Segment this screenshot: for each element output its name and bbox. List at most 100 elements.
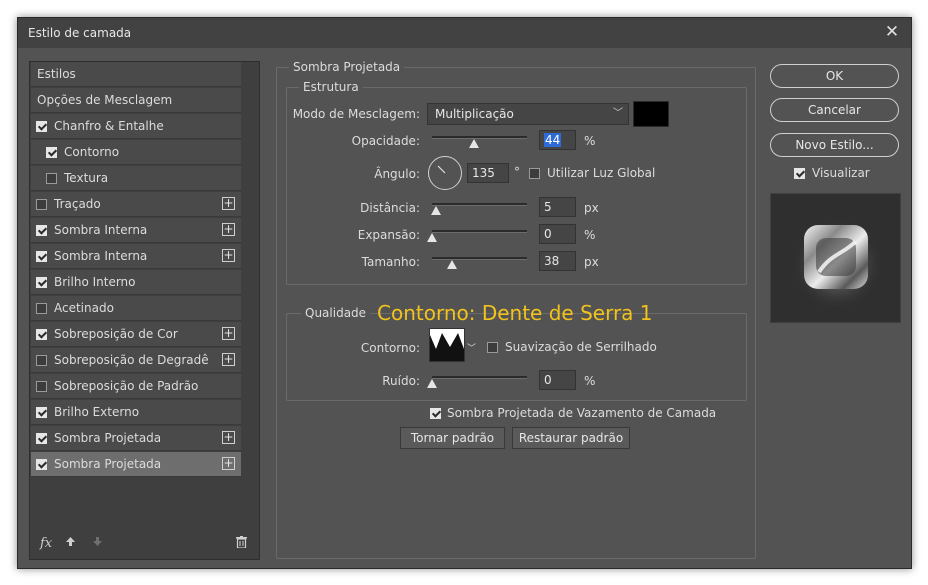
style-item[interactable]: Sobreposição de Degradê + bbox=[31, 348, 241, 373]
spread-slider-thumb[interactable] bbox=[427, 233, 437, 242]
contour-picker[interactable] bbox=[429, 328, 465, 362]
antialias-checkbox[interactable] bbox=[487, 342, 498, 353]
style-checkbox[interactable] bbox=[36, 303, 47, 314]
style-item[interactable]: Contorno bbox=[31, 140, 241, 165]
reset-default-button[interactable]: Restaurar padrão bbox=[512, 427, 630, 449]
style-checkbox[interactable] bbox=[36, 199, 47, 210]
style-item[interactable]: Sombra Projetada + bbox=[31, 452, 241, 477]
noise-unit: % bbox=[584, 374, 596, 388]
chevron-down-icon: ﹀ bbox=[613, 108, 623, 119]
add-style-icon[interactable]: + bbox=[222, 249, 235, 262]
distance-slider[interactable] bbox=[432, 203, 527, 206]
style-checkbox[interactable] bbox=[36, 277, 47, 288]
style-item[interactable]: Traçado + bbox=[31, 192, 241, 217]
style-item[interactable]: Sombra Interna + bbox=[31, 218, 241, 243]
new-style-button[interactable]: Novo Estilo... bbox=[770, 133, 899, 157]
style-item[interactable]: Sobreposição de Cor + bbox=[31, 322, 241, 347]
style-item-label: Sombra Projetada bbox=[54, 457, 162, 471]
close-icon[interactable]: ✕ bbox=[883, 23, 901, 41]
shadow-color-swatch[interactable] bbox=[633, 101, 669, 127]
distance-slider-thumb[interactable] bbox=[431, 206, 441, 215]
move-up-icon[interactable] bbox=[65, 536, 76, 551]
add-style-icon[interactable]: + bbox=[222, 431, 235, 444]
style-item[interactable]: Sombra Interna + bbox=[31, 244, 241, 269]
style-item[interactable]: Sobreposição de Padrão bbox=[31, 374, 241, 399]
size-slider-thumb[interactable] bbox=[447, 260, 457, 269]
distance-input[interactable]: 5 bbox=[539, 197, 576, 217]
add-style-icon[interactable]: + bbox=[222, 197, 235, 210]
style-item[interactable]: Brilho Interno bbox=[31, 270, 241, 295]
panel-title: Sombra Projetada bbox=[289, 60, 405, 74]
add-style-icon[interactable]: + bbox=[222, 457, 235, 470]
distance-label: Distância: bbox=[360, 201, 420, 215]
blend-mode-select[interactable]: Multiplicação ﹀ bbox=[427, 103, 629, 125]
angle-input[interactable]: 135 bbox=[467, 163, 509, 183]
preview-checkbox[interactable] bbox=[794, 168, 805, 179]
trash-icon[interactable] bbox=[236, 536, 247, 552]
style-checkbox[interactable] bbox=[36, 433, 47, 444]
style-item[interactable]: Acetinado bbox=[31, 296, 241, 321]
style-item[interactable]: Textura bbox=[31, 166, 241, 191]
noise-input[interactable]: 0 bbox=[539, 370, 576, 390]
style-item[interactable]: Opções de Mesclagem bbox=[31, 88, 241, 113]
drop-shadow-panel: Sombra Projetada Estrutura Modo de Mescl… bbox=[276, 60, 756, 559]
make-default-button[interactable]: Tornar padrão bbox=[400, 427, 505, 449]
angle-dial[interactable] bbox=[428, 156, 462, 190]
opacity-slider[interactable] bbox=[432, 136, 527, 139]
style-item-label: Contorno bbox=[64, 145, 120, 159]
style-item-label: Opções de Mesclagem bbox=[37, 93, 173, 107]
estrutura-title: Estrutura bbox=[299, 80, 363, 94]
global-light-checkbox[interactable] bbox=[529, 168, 540, 179]
noise-slider[interactable] bbox=[432, 376, 527, 379]
opacity-slider-thumb[interactable] bbox=[468, 139, 479, 148]
add-style-icon[interactable]: + bbox=[222, 327, 235, 340]
opacity-input[interactable]: 44 bbox=[539, 130, 576, 150]
noise-label: Ruído: bbox=[382, 374, 420, 388]
style-item[interactable]: Brilho Externo bbox=[31, 400, 241, 425]
style-item[interactable]: Sombra Projetada + bbox=[31, 426, 241, 451]
size-input[interactable]: 38 bbox=[539, 251, 576, 271]
size-unit: px bbox=[584, 255, 599, 269]
style-item-label: Sobreposição de Cor bbox=[54, 327, 178, 341]
style-item[interactable]: Chanfro & Entalhe bbox=[31, 114, 241, 139]
knockout-checkbox[interactable] bbox=[430, 408, 441, 419]
style-checkbox[interactable] bbox=[36, 355, 47, 366]
layer-style-dialog: Estilo de camada ✕ Estilos Opções de Mesc… bbox=[17, 17, 912, 569]
distance-unit: px bbox=[584, 201, 599, 215]
style-checkbox[interactable] bbox=[46, 173, 57, 184]
style-checkbox[interactable] bbox=[36, 407, 47, 418]
styles-scrollbar[interactable] bbox=[243, 62, 258, 522]
style-checkbox[interactable] bbox=[36, 251, 47, 262]
spread-slider[interactable] bbox=[432, 230, 527, 233]
style-checkbox[interactable] bbox=[36, 121, 47, 132]
contour-label: Contorno: bbox=[360, 341, 420, 355]
size-label: Tamanho: bbox=[361, 255, 420, 269]
style-checkbox[interactable] bbox=[36, 329, 47, 340]
antialias-label: Suavização de Serrilhado bbox=[505, 340, 657, 354]
styles-list: Estilos Opções de Mesclagem Chanfro & Enta… bbox=[29, 61, 260, 560]
add-style-icon[interactable]: + bbox=[222, 223, 235, 236]
title-bar: Estilo de camada ✕ bbox=[18, 18, 911, 48]
opacity-value: 44 bbox=[544, 133, 562, 147]
style-item[interactable]: Estilos bbox=[31, 62, 241, 87]
style-item-label: Chanfro & Entalhe bbox=[54, 119, 164, 133]
ok-button[interactable]: OK bbox=[770, 64, 899, 88]
contour-annotation: Contorno: Dente de Serra 1 bbox=[377, 301, 653, 325]
blend-mode-value: Multiplicação bbox=[435, 107, 514, 121]
style-checkbox[interactable] bbox=[46, 147, 57, 158]
global-light-label: Utilizar Luz Global bbox=[547, 166, 656, 180]
spread-label: Expansão: bbox=[357, 228, 420, 242]
add-style-icon[interactable]: + bbox=[222, 353, 235, 366]
knockout-label: Sombra Projetada de Vazamento de Camada bbox=[447, 406, 717, 420]
noise-slider-thumb[interactable] bbox=[427, 379, 437, 388]
move-down-icon[interactable] bbox=[92, 536, 103, 551]
contour-chevron-icon[interactable]: ﹀ bbox=[467, 341, 476, 354]
style-checkbox[interactable] bbox=[36, 225, 47, 236]
spread-input[interactable]: 0 bbox=[539, 224, 576, 244]
style-checkbox[interactable] bbox=[36, 381, 47, 392]
style-checkbox[interactable] bbox=[36, 459, 47, 470]
qualidade-title: Qualidade bbox=[301, 306, 371, 320]
fx-icon[interactable]: fx bbox=[40, 536, 52, 551]
preview-label: Visualizar bbox=[812, 166, 870, 180]
cancel-button[interactable]: Cancelar bbox=[770, 98, 899, 122]
